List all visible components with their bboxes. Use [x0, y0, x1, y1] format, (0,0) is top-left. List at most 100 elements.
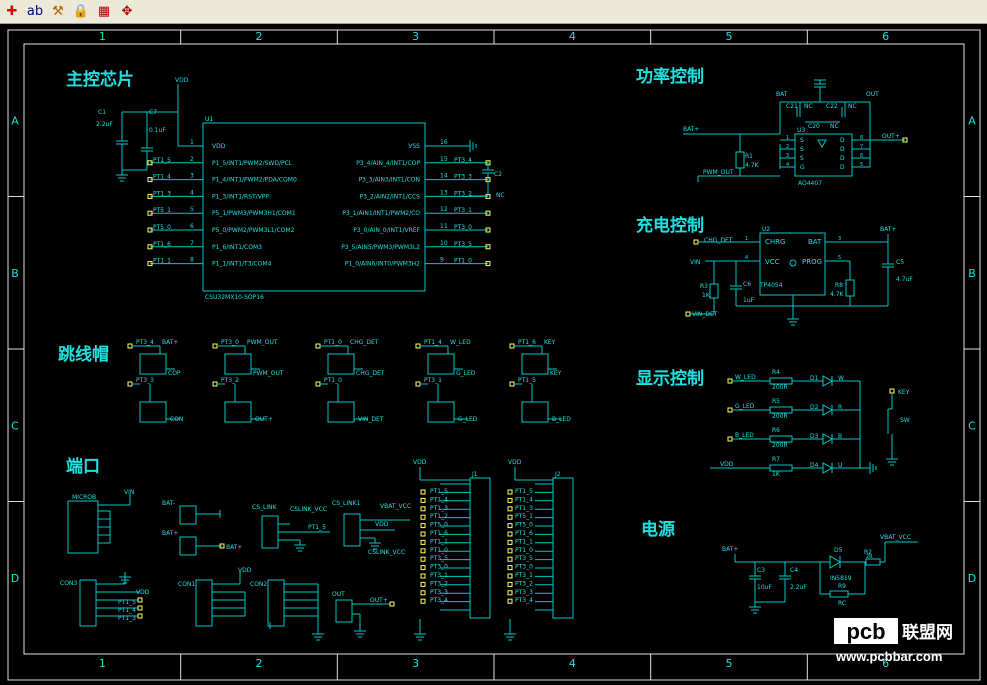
- net-label: 7: [860, 144, 863, 150]
- text-icon[interactable]: ab: [25, 2, 45, 22]
- row-label: D: [11, 572, 19, 585]
- pin-name: S: [800, 155, 804, 162]
- net-label: 3: [786, 153, 789, 159]
- net-label: 8: [860, 135, 863, 141]
- col-label: 3: [412, 657, 419, 670]
- net-label: NC: [830, 123, 839, 130]
- net-label: IN5819: [830, 575, 852, 582]
- net-label: PT5_0: [153, 224, 171, 231]
- net-label: PT1_0: [454, 258, 472, 265]
- net-label: C5: [896, 259, 904, 266]
- net-label: CHG_DET: [356, 370, 385, 377]
- pin-name: D: [840, 137, 845, 144]
- net-label: 5: [190, 206, 194, 213]
- net-label: VDD: [238, 567, 252, 574]
- net-label: PT1_4: [118, 607, 136, 614]
- net-label: PT3_0: [221, 339, 239, 346]
- net-label: PT1_6: [518, 339, 536, 346]
- net-label: PT1_4: [424, 339, 442, 346]
- net-label: R1: [745, 153, 753, 160]
- net-label: 6: [860, 153, 863, 159]
- net-label: PT1_1: [430, 538, 448, 545]
- net-label: C4: [790, 567, 798, 574]
- net-label: 16: [440, 139, 448, 146]
- net-label: CON: [170, 416, 183, 423]
- net-label: D4: [810, 462, 819, 469]
- net-label: PT5_1: [153, 207, 171, 214]
- net-label: PT3_4: [515, 597, 533, 604]
- net-label: 200R: [772, 384, 788, 391]
- col-label: 4: [569, 30, 576, 43]
- net-label: VDD: [136, 589, 150, 596]
- component-icon[interactable]: ✥: [117, 2, 137, 22]
- net-label: PT3_4: [430, 597, 448, 604]
- net-label: KEY: [550, 370, 562, 377]
- net-label: PT1_1: [515, 538, 533, 545]
- net-label: R9: [838, 583, 846, 590]
- net-label: 11: [440, 223, 448, 230]
- pin-name: D: [840, 164, 845, 171]
- section-title: 跳线帽: [58, 344, 109, 365]
- net-label: W_LED: [450, 339, 471, 346]
- row-label: B: [968, 267, 976, 280]
- net-label: NC: [496, 192, 505, 199]
- net-label: PT1_6: [515, 530, 533, 537]
- net-label: 4: [786, 162, 789, 168]
- pin-name: D: [840, 155, 845, 162]
- net-label: OUT: [332, 591, 345, 598]
- net-label: PT3_1: [424, 377, 442, 384]
- chart-icon[interactable]: ▦: [94, 2, 114, 22]
- net-label: 4.7K: [745, 162, 760, 169]
- net-label: C3: [757, 567, 765, 574]
- net-label: 15: [440, 156, 448, 163]
- net-label: PT3_2: [515, 580, 533, 587]
- net-label: 10uF: [757, 584, 772, 591]
- net-label: G_LED: [458, 416, 478, 423]
- net-label: OUT+: [882, 133, 900, 140]
- net-label: CS_LINK1: [332, 500, 361, 507]
- net-label: U1: [205, 116, 213, 123]
- net-label: PT1_5: [153, 157, 171, 164]
- row-label: C: [968, 419, 976, 432]
- net-label: NC: [848, 103, 857, 110]
- net-label: NC: [804, 103, 813, 110]
- net-label: PT5_0: [515, 522, 533, 529]
- net-label: 4.7K: [830, 291, 845, 298]
- net-label: D2: [810, 404, 819, 411]
- pin-name: P1_6/INT1/COM3: [212, 244, 262, 251]
- net-label: PT1_0: [324, 339, 342, 346]
- net-label: 4.7uF: [896, 276, 913, 283]
- net-label: VIN: [124, 489, 134, 496]
- pin-name: P1_3/INT1/RST/VPP: [212, 193, 269, 200]
- net-label: COP: [168, 370, 181, 377]
- net-label: G_LED: [456, 370, 476, 377]
- net-label: PT1_5: [118, 599, 136, 606]
- net-label: PT3_1: [515, 572, 533, 579]
- pin-name: P3_5/AIN5/PWM3/PWM3L2: [341, 244, 420, 251]
- net-label: VDD: [413, 459, 427, 466]
- net-label: C6: [743, 281, 751, 288]
- tools-icon[interactable]: ⚒: [48, 2, 68, 22]
- net-label: CSU32MX10-SOP16: [205, 294, 264, 301]
- pin-name: P1_0/AIN6/INT0/PWM3H2: [345, 261, 420, 268]
- net-label: PT1_4: [430, 496, 448, 503]
- pin-icon[interactable]: ✚: [2, 2, 22, 22]
- pin-name: P3_1/AIN1/INT1/PWM2/CO: [342, 210, 420, 217]
- net-label: PT1_5: [430, 488, 448, 495]
- net-label: D1: [810, 375, 819, 382]
- col-label: 2: [256, 657, 263, 670]
- pin-name: P1_1/INT1/T3/COM4: [212, 261, 272, 268]
- net-label: RC: [838, 600, 846, 607]
- net-label: R5: [772, 398, 780, 405]
- pin-name: P3_4/AIN_4/INT1/COP: [356, 160, 420, 167]
- col-label: 6: [882, 30, 889, 43]
- net-label: D5: [834, 547, 843, 554]
- net-label: VDD: [508, 459, 522, 466]
- lock-icon[interactable]: 🔒: [71, 2, 91, 22]
- toolbar: ✚ ab ⚒ 🔒 ▦ ✥: [0, 0, 987, 24]
- net-label: PT1_6: [430, 530, 448, 537]
- row-label: C: [11, 419, 19, 432]
- net-label: VDD: [175, 77, 189, 84]
- pin-name: P3_3/AIN3/INT1/CON: [358, 177, 420, 184]
- net-label: PT1_0: [430, 547, 448, 554]
